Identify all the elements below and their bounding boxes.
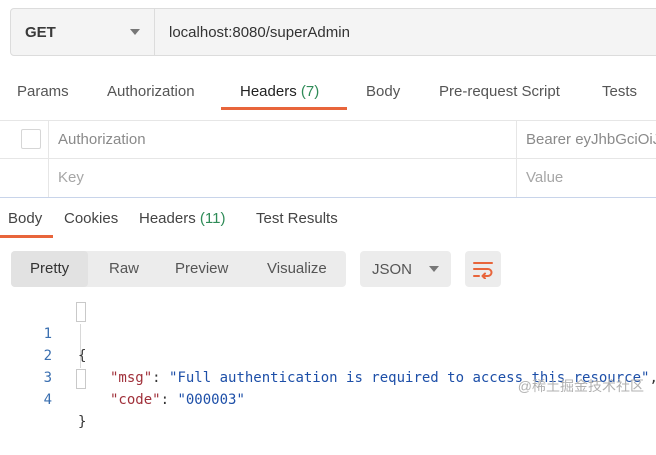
tab-headers[interactable]: Headers (7)	[240, 83, 319, 100]
active-response-tab-indicator	[0, 235, 53, 238]
new-key-field[interactable]: Key	[58, 169, 84, 186]
format-label: JSON	[372, 260, 413, 278]
code-line: 3 "code": "000003"	[0, 345, 656, 408]
json-key: "code"	[110, 392, 161, 408]
active-tab-indicator	[221, 107, 347, 110]
pretty-button[interactable]: Pretty	[11, 251, 89, 287]
chevron-down-icon	[130, 29, 140, 35]
view-mode-group: Pretty Raw Preview Visualize	[11, 251, 346, 287]
visualize-button[interactable]: Visualize	[267, 251, 327, 287]
request-tabs: Params Authorization Headers (7) Body Pr…	[0, 74, 656, 114]
table-row: Key Value	[0, 158, 656, 198]
header-enabled-checkbox[interactable]	[21, 129, 41, 149]
format-select[interactable]: JSON	[360, 251, 451, 287]
tab-response-body[interactable]: Body	[8, 210, 42, 227]
wrap-lines-button[interactable]	[465, 251, 501, 287]
header-value-cell[interactable]: Bearer eyJhbGciOiJ	[526, 131, 656, 148]
preview-button[interactable]: Preview	[175, 251, 228, 287]
close-brace: }	[78, 414, 87, 430]
url-input[interactable]	[155, 8, 656, 56]
code-line: 1 {	[0, 301, 656, 364]
method-label: GET	[25, 23, 56, 41]
column-divider	[48, 159, 49, 197]
column-divider	[516, 159, 517, 197]
request-url-bar: GET	[10, 8, 656, 56]
column-divider	[48, 121, 49, 158]
watermark: @稀土掘金技术社区	[517, 378, 644, 394]
method-select[interactable]: GET	[11, 9, 155, 55]
wrap-lines-icon	[473, 262, 493, 279]
chevron-down-icon	[429, 266, 439, 272]
tab-test-results[interactable]: Test Results	[256, 210, 338, 227]
tab-authorization[interactable]: Authorization	[107, 83, 195, 100]
raw-button[interactable]: Raw	[109, 251, 139, 287]
code-line: 2 "msg": "Full authentication is require…	[0, 323, 656, 386]
headers-table: Authorization Bearer eyJhbGciOiJ Key Val…	[0, 120, 656, 198]
tab-params[interactable]: Params	[17, 83, 69, 100]
tab-response-headers[interactable]: Headers (11)	[139, 210, 225, 227]
tab-cookies[interactable]: Cookies	[64, 210, 118, 227]
tab-headers-label: Headers	[240, 83, 297, 100]
tab-pre-request-script[interactable]: Pre-request Script	[439, 83, 560, 100]
response-tabs: Body Cookies Headers (11) Test Results	[0, 208, 656, 240]
json-value: "000003"	[177, 392, 245, 408]
tab-headers-count: (7)	[300, 83, 320, 100]
table-row: Authorization Bearer eyJhbGciOiJ	[0, 120, 656, 158]
tab-response-headers-count: (11)	[199, 210, 226, 227]
new-value-field[interactable]: Value	[526, 169, 563, 186]
tab-tests[interactable]: Tests	[602, 83, 637, 100]
tab-response-headers-label: Headers	[139, 210, 196, 227]
tab-body[interactable]: Body	[366, 83, 400, 100]
column-divider	[516, 121, 517, 158]
header-key-cell[interactable]: Authorization	[58, 131, 146, 148]
